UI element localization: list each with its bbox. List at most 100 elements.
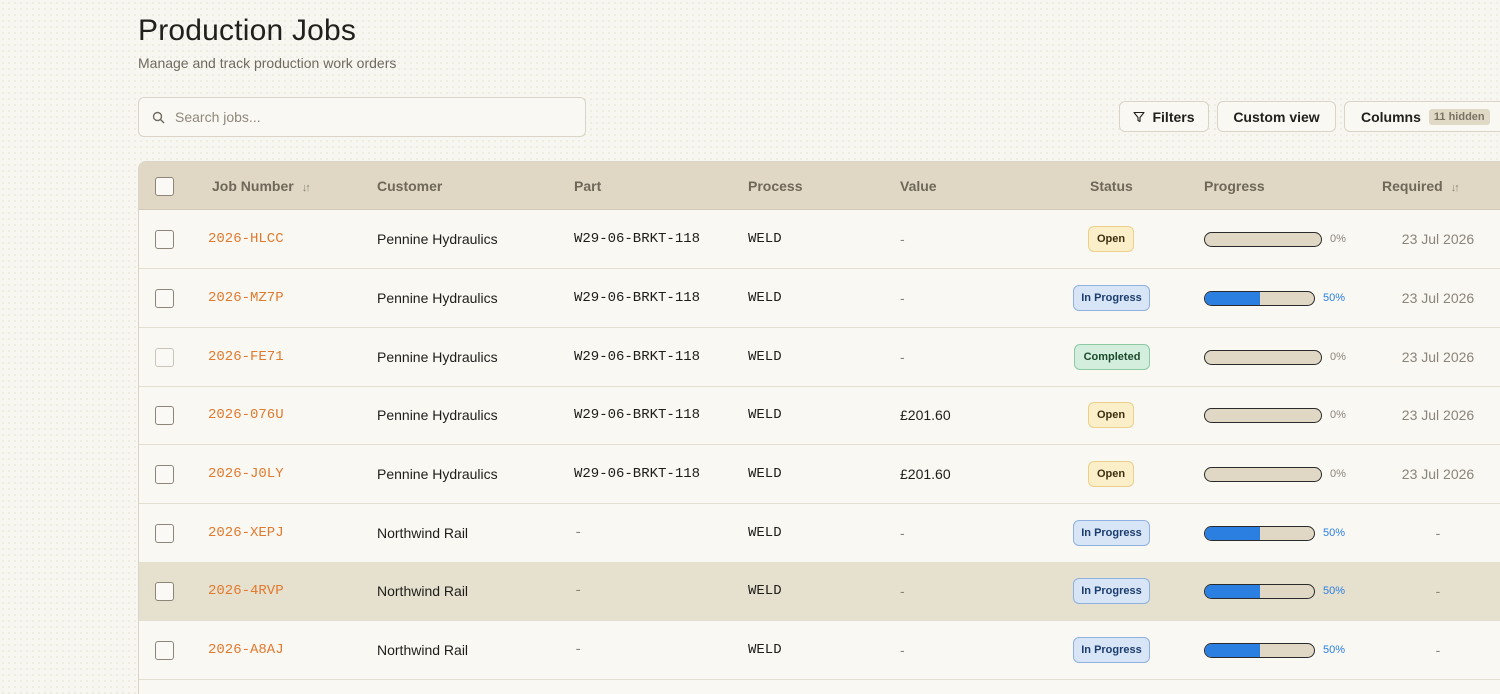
table-row[interactable]: 2026-MZ7P Pennine Hydraulics W29-06-BRKT-1… (139, 269, 1500, 328)
table-row[interactable]: 2026-076U Pennine Hydraulics W29-06-BRKT-1… (139, 386, 1500, 445)
sort-icon[interactable]: ↓↑ (1451, 182, 1460, 194)
custom-view-button[interactable]: Custom view (1217, 101, 1336, 132)
progress-percent: 0% (1330, 409, 1346, 421)
customer-cell: Northwind Rail (377, 583, 469, 599)
table-row[interactable]: 2026-HLCC Pennine Hydraulics W29-06-BRKT-1… (139, 210, 1500, 269)
process-cell: WELD (748, 407, 782, 423)
progress-bar (1204, 643, 1315, 658)
customer-cell: Pennine Hydraulics (377, 231, 498, 247)
status-badge: In Progress (1073, 578, 1150, 604)
hidden-columns-badge: 11 hidden (1428, 108, 1490, 125)
part-cell: W29-06-BRKT-118 (574, 231, 701, 247)
required-date-cell: - (1435, 525, 1441, 541)
job-number-link[interactable]: 2026-MZ7P (208, 269, 284, 327)
row-checkbox[interactable] (155, 641, 174, 660)
columns-button[interactable]: Columns 11 hidden (1344, 101, 1500, 132)
customer-cell: Northwind Rail (377, 642, 469, 658)
progress-fill (1205, 644, 1260, 657)
column-header-process[interactable]: Process (748, 162, 802, 210)
part-cell: W29-06-BRKT-118 (574, 290, 701, 306)
job-number-link[interactable]: 2026-4RVP (208, 562, 284, 620)
status-badge: Completed (1074, 344, 1150, 370)
job-number-link[interactable]: 2026-HLCC (208, 210, 284, 268)
required-date-cell: - (1435, 583, 1441, 599)
job-number-link[interactable]: 2026-076U (208, 386, 284, 444)
job-number-link[interactable]: 2026-XEPJ (208, 504, 284, 562)
job-number-link[interactable]: 2026-J0LY (208, 445, 284, 503)
process-cell: WELD (748, 583, 782, 599)
page-title: Production Jobs (138, 14, 357, 47)
progress-percent: 0% (1330, 468, 1346, 480)
row-checkbox[interactable] (155, 406, 174, 425)
value-cell: - (900, 642, 905, 658)
process-cell: WELD (748, 349, 782, 365)
required-date-cell: - (1435, 642, 1441, 658)
job-number-link[interactable]: 2026-A8AJ (208, 621, 284, 679)
process-cell: WELD (748, 466, 782, 482)
status-badge: In Progress (1073, 637, 1150, 663)
customer-cell: Northwind Rail (377, 525, 469, 541)
status-badge: In Progress (1073, 520, 1150, 546)
column-header-label: Job Number (212, 178, 294, 194)
jobs-table: Job Number ↓↑ Customer Part Process Value… (138, 161, 1500, 694)
progress-fill (1205, 527, 1260, 540)
progress-bar (1204, 291, 1315, 306)
column-header-value[interactable]: Value (900, 162, 937, 210)
page-subtitle: Manage and track production work orders (138, 55, 397, 71)
status-badge: Open (1088, 226, 1134, 252)
progress-percent: 0% (1330, 233, 1346, 245)
status-badge: Open (1088, 402, 1134, 428)
value-cell: - (900, 231, 905, 247)
process-cell: WELD (748, 290, 782, 306)
progress-percent: 50% (1323, 292, 1346, 304)
customer-cell: Pennine Hydraulics (377, 349, 498, 365)
job-number-link[interactable]: 2026-FE71 (208, 328, 284, 386)
required-date-cell: 23 Jul 2026 (1401, 407, 1475, 423)
value-cell: - (900, 349, 905, 365)
progress-percent: 50% (1323, 527, 1346, 539)
row-checkbox[interactable] (155, 524, 174, 543)
row-checkbox[interactable] (155, 582, 174, 601)
process-cell: WELD (748, 525, 782, 541)
table-row[interactable]: 2026-4RVP Northwind Rail - WELD - In Progress… (139, 562, 1500, 621)
part-cell: W29-06-BRKT-118 (574, 349, 701, 365)
value-cell: £201.60 (900, 466, 951, 482)
search-input[interactable] (175, 109, 565, 125)
progress-bar (1204, 584, 1315, 599)
progress-fill (1205, 585, 1260, 598)
filters-button[interactable]: Filters (1119, 101, 1209, 132)
search-icon (152, 111, 165, 123)
progress-bar (1204, 232, 1322, 247)
process-cell: WELD (748, 231, 782, 247)
column-header-label: Required (1382, 178, 1443, 194)
column-header-progress[interactable]: Progress (1204, 162, 1265, 210)
row-checkbox[interactable] (155, 348, 174, 367)
table-row[interactable]: 2026-A8AJ Northwind Rail - WELD - In Progress… (139, 621, 1500, 680)
column-header-required[interactable]: Required ↓↑ (1382, 162, 1460, 210)
column-header-status[interactable]: Status (1090, 162, 1133, 210)
row-checkbox[interactable] (155, 289, 174, 308)
sort-icon[interactable]: ↓↑ (302, 182, 311, 194)
row-checkbox[interactable] (155, 230, 174, 249)
table-row[interactable]: 2026-XEPJ Northwind Rail - WELD - In Progress… (139, 504, 1500, 563)
filter-icon (1133, 111, 1146, 122)
required-date-cell: 23 Jul 2026 (1401, 231, 1475, 247)
select-all-checkbox[interactable] (155, 177, 174, 196)
process-cell: WELD (748, 642, 782, 658)
columns-label: Columns (1361, 108, 1421, 125)
part-cell: W29-06-BRKT-118 (574, 407, 701, 423)
part-cell: - (574, 525, 583, 541)
table-row[interactable]: 2026-J0LY Pennine Hydraulics W29-06-BRKT-1… (139, 445, 1500, 504)
progress-bar (1204, 526, 1315, 541)
customer-cell: Pennine Hydraulics (377, 466, 498, 482)
column-header-customer[interactable]: Customer (377, 162, 442, 210)
value-cell: - (900, 525, 905, 541)
column-header-part[interactable]: Part (574, 162, 601, 210)
column-header-job-number[interactable]: Job Number ↓↑ (212, 162, 311, 210)
filters-label: Filters (1152, 108, 1195, 125)
progress-bar (1204, 408, 1322, 423)
table-row[interactable]: 2026-FE71 Pennine Hydraulics W29-06-BRKT-1… (139, 328, 1500, 387)
row-checkbox[interactable] (155, 465, 174, 484)
progress-percent: 50% (1323, 585, 1346, 597)
search-box[interactable] (138, 97, 586, 137)
